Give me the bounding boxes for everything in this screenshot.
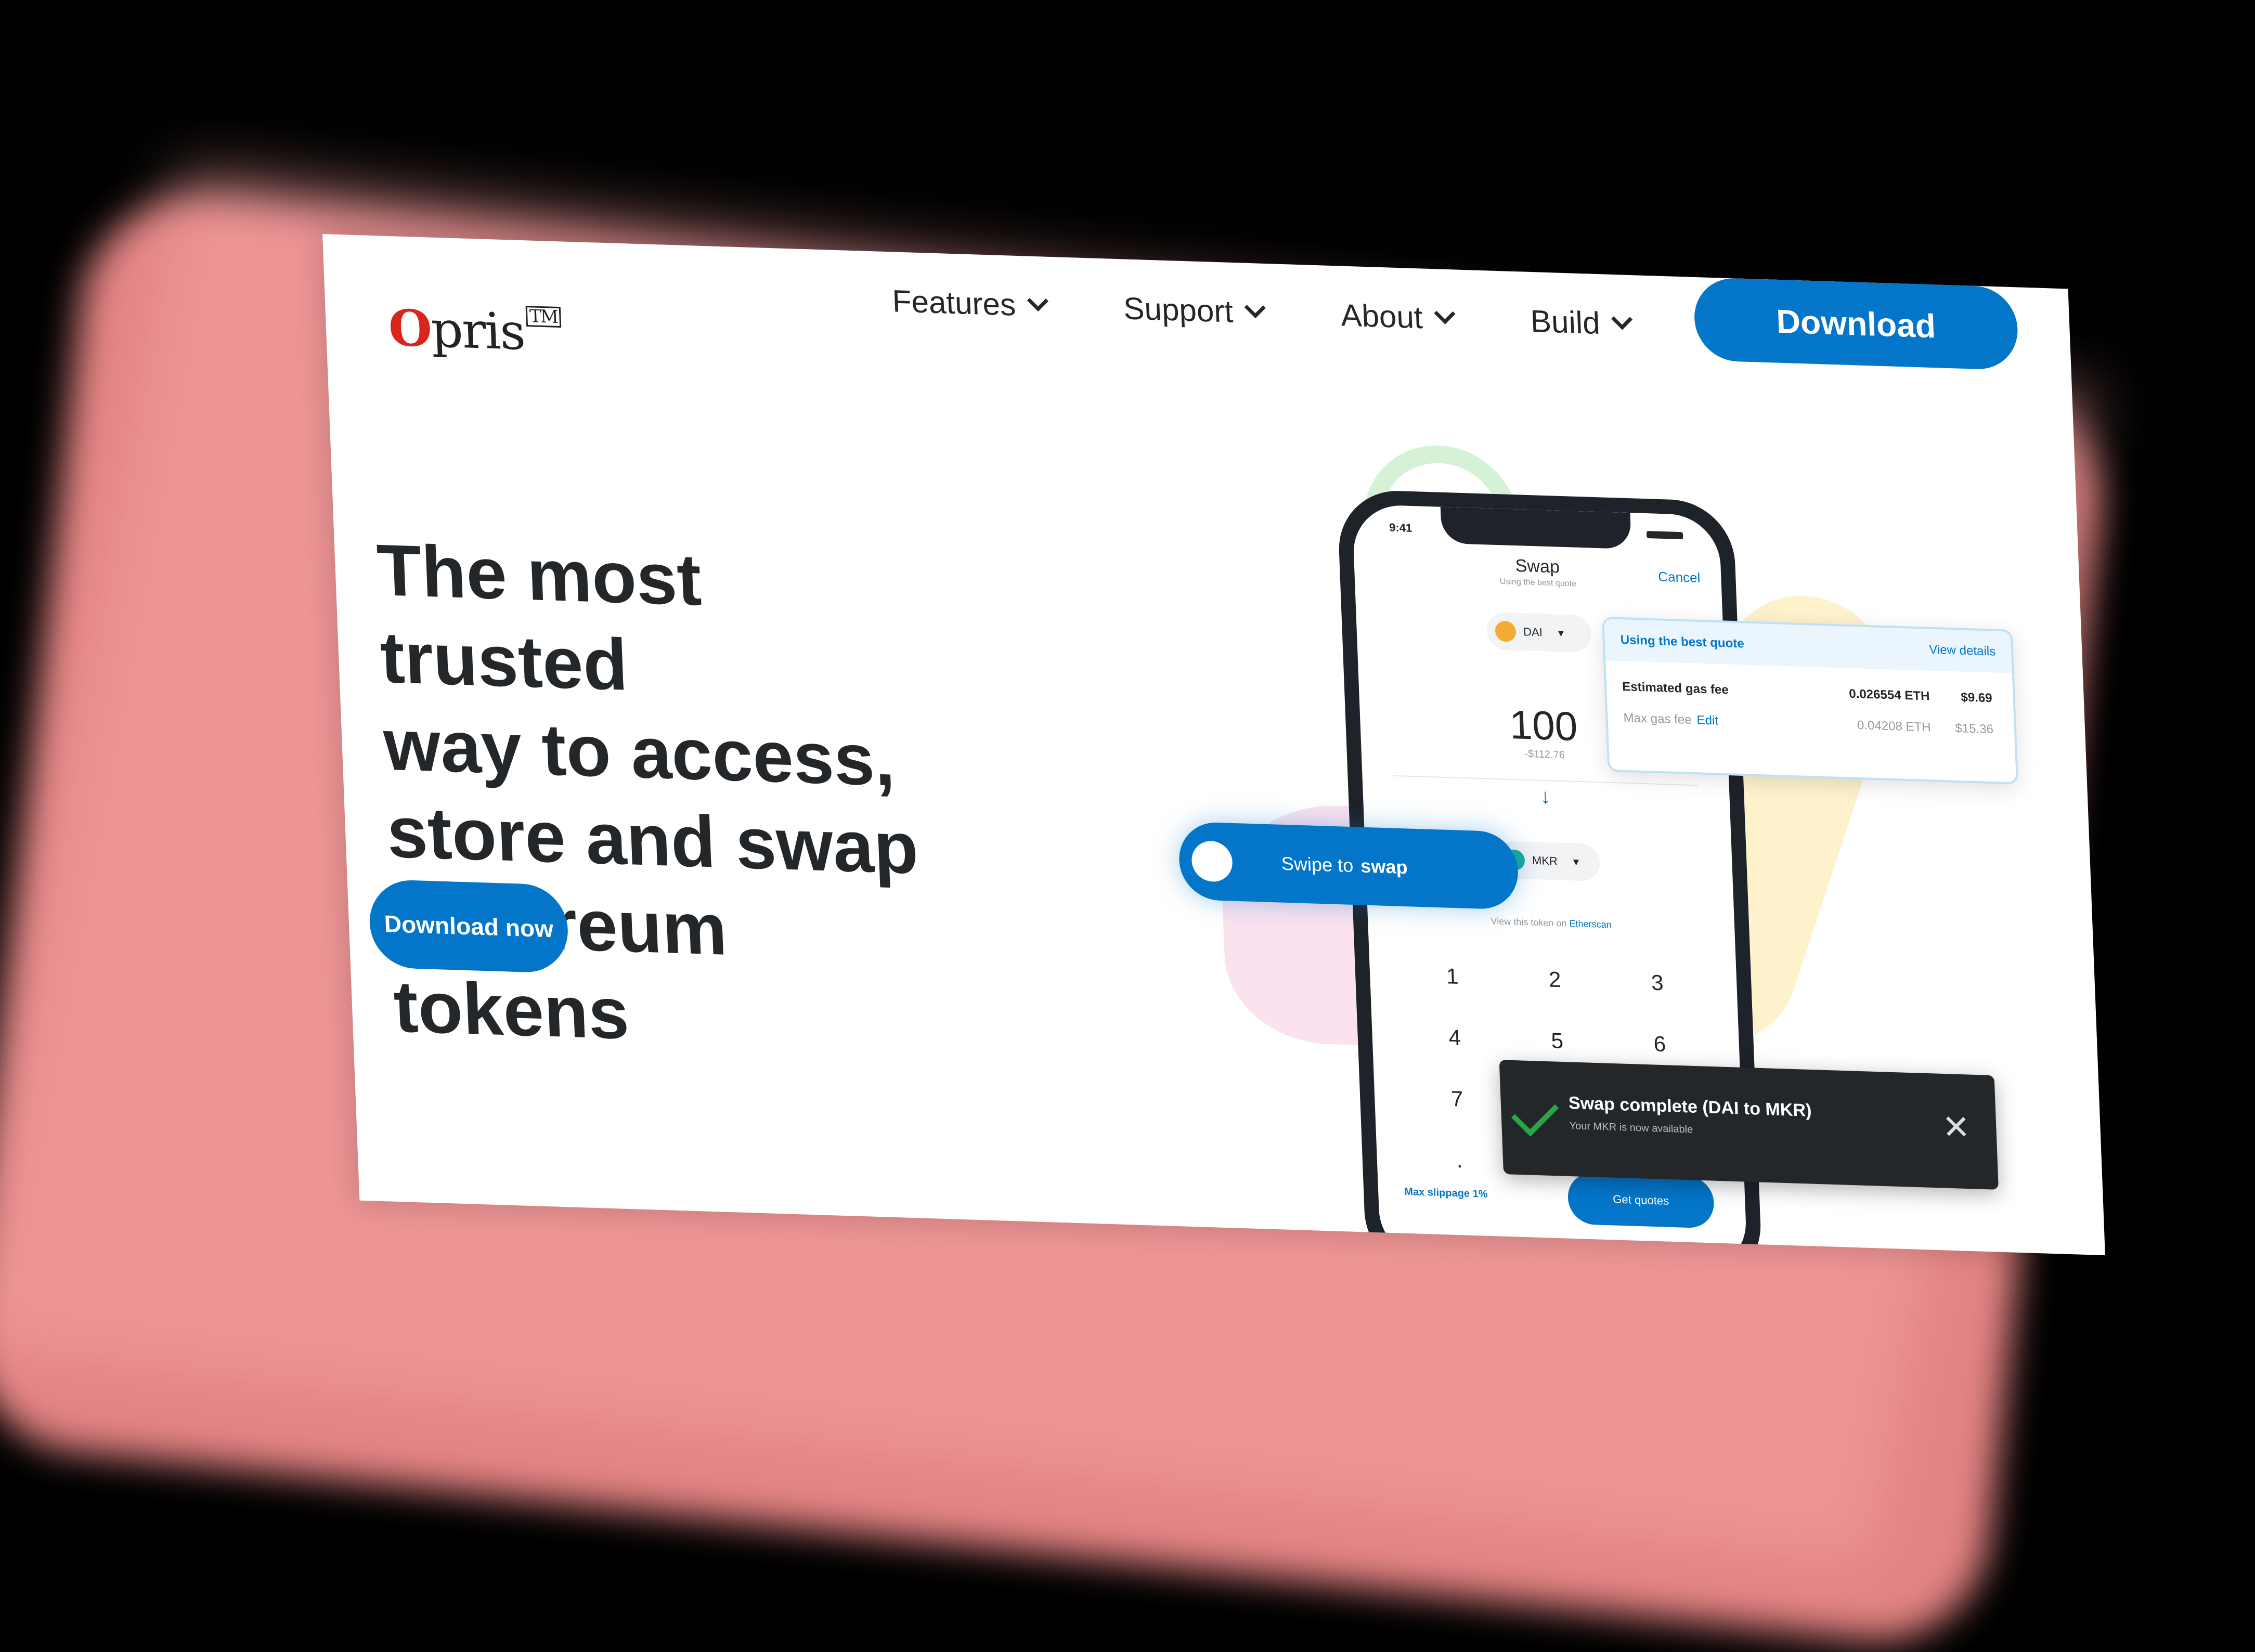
max-gas-fee-eth: 0.04208 ETH	[1857, 718, 1932, 735]
get-quotes-button[interactable]: Get quotes	[1567, 1172, 1715, 1229]
etherscan-line: View this token on Etherscan	[1368, 912, 1735, 934]
status-icons	[1646, 531, 1683, 540]
nav-label: Support	[1123, 291, 1234, 329]
landing-page: Opris TM Features Support About Build Dow…	[322, 234, 2105, 1256]
nav-label: Build	[1530, 303, 1601, 341]
etherscan-prefix: View this token on	[1491, 916, 1567, 929]
nav-about[interactable]: About	[1340, 297, 1456, 336]
quote-card: Using the best quote View details Estima…	[1602, 617, 2019, 785]
close-icon[interactable]: ✕	[1941, 1108, 1971, 1147]
key-6[interactable]: 6	[1608, 1030, 1712, 1058]
gas-fee-label: Estimated gas fee	[1622, 680, 1729, 697]
key-2[interactable]: 2	[1503, 966, 1606, 994]
key-decimal[interactable]: .	[1408, 1146, 1511, 1174]
key-3[interactable]: 3	[1605, 969, 1709, 997]
quote-title: Using the best quote	[1620, 633, 1745, 651]
swipe-label-bold: swap	[1360, 855, 1408, 878]
edit-gas-link[interactable]: Edit	[1696, 713, 1718, 727]
arrow-down-icon: ↓	[1539, 785, 1551, 809]
logo-initial: O	[387, 298, 432, 359]
toast-subtitle: Your MKR is now available	[1569, 1120, 1693, 1136]
toast-title: Swap complete (DAI to MKR)	[1568, 1093, 1812, 1121]
key-7[interactable]: 7	[1405, 1085, 1509, 1113]
chevron-down-icon	[1244, 297, 1266, 319]
status-time: 9:41	[1389, 521, 1412, 535]
phone-notch	[1440, 506, 1632, 550]
key-1[interactable]: 1	[1401, 962, 1504, 991]
cancel-link[interactable]: Cancel	[1658, 569, 1701, 587]
swap-complete-toast: Swap complete (DAI to MKR) Your MKR is n…	[1499, 1060, 1999, 1190]
from-token-label: DAI	[1523, 625, 1543, 639]
nav-label: About	[1340, 297, 1423, 335]
chevron-down-icon	[1027, 290, 1048, 312]
to-token-label: MKR	[1532, 853, 1558, 868]
nav-support[interactable]: Support	[1123, 290, 1266, 330]
check-icon	[1511, 1089, 1559, 1137]
download-button[interactable]: Download	[1693, 277, 2019, 371]
gas-fee-eth: 0.026554 ETH	[1848, 686, 1930, 704]
gas-fee-usd: $9.69	[1960, 690, 1993, 706]
hero-heading: The most trusted way to access, store an…	[375, 526, 969, 1068]
nav-build[interactable]: Build	[1530, 303, 1633, 342]
key-4[interactable]: 4	[1403, 1023, 1507, 1051]
key-5[interactable]: 5	[1506, 1027, 1609, 1055]
etherscan-link[interactable]: Etherscan	[1569, 918, 1612, 930]
divider	[1393, 775, 1698, 786]
slider-knob[interactable]	[1183, 832, 1241, 890]
hero-line: The most trusted	[375, 529, 703, 706]
top-nav: Features Support About Build	[891, 283, 1708, 344]
quote-header: Using the best quote View details	[1604, 619, 2012, 673]
swipe-label: Swipe to	[1281, 852, 1354, 877]
max-gas-fee-usd: $15.36	[1954, 721, 1994, 737]
max-slippage-link[interactable]: Max slippage 1%	[1404, 1186, 1488, 1201]
swipe-to-swap-slider[interactable]: Swipe to swap	[1177, 821, 1520, 910]
max-gas-fee-cell: Max gas fee Edit	[1623, 711, 1796, 731]
from-token-select[interactable]: DAI ▾	[1486, 612, 1592, 653]
chevron-down-icon	[1434, 303, 1456, 324]
logo-text: pris	[430, 300, 526, 361]
chevron-down-icon: ▾	[1558, 626, 1564, 640]
brand-logo[interactable]: Opris TM	[387, 298, 563, 362]
nav-features[interactable]: Features	[891, 283, 1048, 323]
nav-label: Features	[891, 283, 1017, 322]
chevron-down-icon: ▾	[1573, 855, 1579, 868]
dai-token-icon	[1495, 620, 1517, 642]
view-details-link[interactable]: View details	[1929, 643, 1996, 659]
download-now-button[interactable]: Download now	[368, 879, 569, 974]
max-gas-fee-label: Max gas fee	[1623, 710, 1692, 727]
chevron-down-icon	[1611, 308, 1633, 330]
trademark-badge: TM	[525, 306, 562, 328]
